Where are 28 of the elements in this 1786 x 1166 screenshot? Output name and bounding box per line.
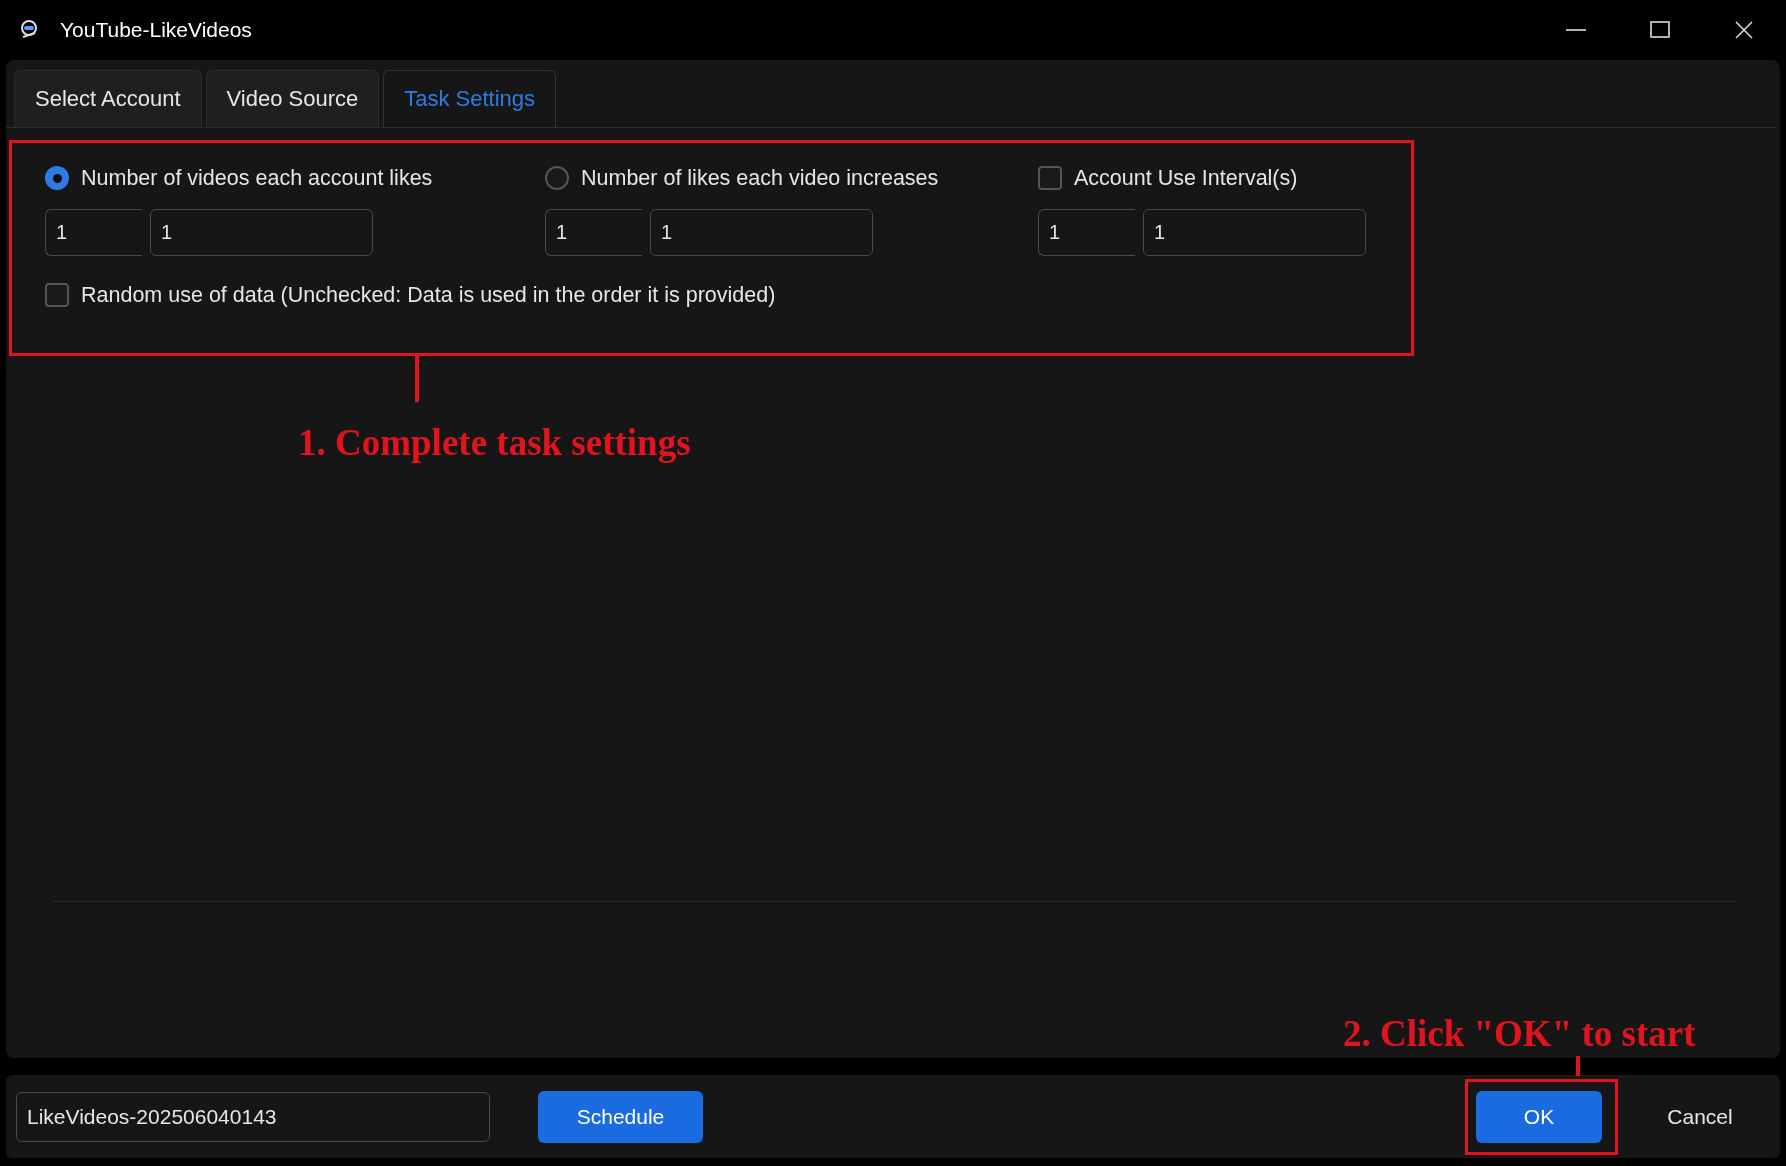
- radio-button[interactable]: [545, 166, 569, 190]
- tab[interactable]: Select Account: [14, 70, 202, 127]
- input-field[interactable]: 1: [1143, 209, 1366, 256]
- input-field[interactable]: 1: [1038, 209, 1135, 256]
- minimize-icon: [1565, 29, 1587, 31]
- tab[interactable]: Video Source: [205, 70, 380, 127]
- checkbox[interactable]: [45, 283, 69, 307]
- option-label: Account Use Interval(s): [1074, 165, 1298, 191]
- radio-button[interactable]: [45, 166, 69, 190]
- input-field[interactable]: 1: [45, 209, 142, 256]
- input-field[interactable]: 1: [545, 209, 642, 256]
- maximize-icon: [1649, 19, 1671, 41]
- input-field[interactable]: 1: [650, 209, 873, 256]
- checkbox-label: Random use of data (Unchecked: Data is used in the order it is provided): [81, 282, 776, 308]
- schedule-button[interactable]: Schedule: [538, 1090, 703, 1143]
- annotation-text: 1. Complete task settings: [298, 421, 691, 464]
- ok-button[interactable]: OK: [1476, 1090, 1602, 1143]
- option-label: Number of likes each video increases: [581, 165, 939, 191]
- window-title: YouTube-LikeVideos: [60, 18, 252, 42]
- task-name-field[interactable]: LikeVideos-202506040143: [16, 1091, 490, 1142]
- annotation-text: 2. Click "OK" to start: [1343, 1012, 1696, 1055]
- input-field[interactable]: 1: [150, 209, 373, 256]
- option-label: Number of videos each account likes: [81, 165, 433, 191]
- close-icon: [1733, 19, 1755, 41]
- cancel-button[interactable]: Cancel: [1640, 1090, 1760, 1143]
- tab[interactable]: Task Settings: [383, 70, 557, 127]
- checkbox[interactable]: [1038, 166, 1062, 190]
- app-logo-icon: [18, 19, 40, 41]
